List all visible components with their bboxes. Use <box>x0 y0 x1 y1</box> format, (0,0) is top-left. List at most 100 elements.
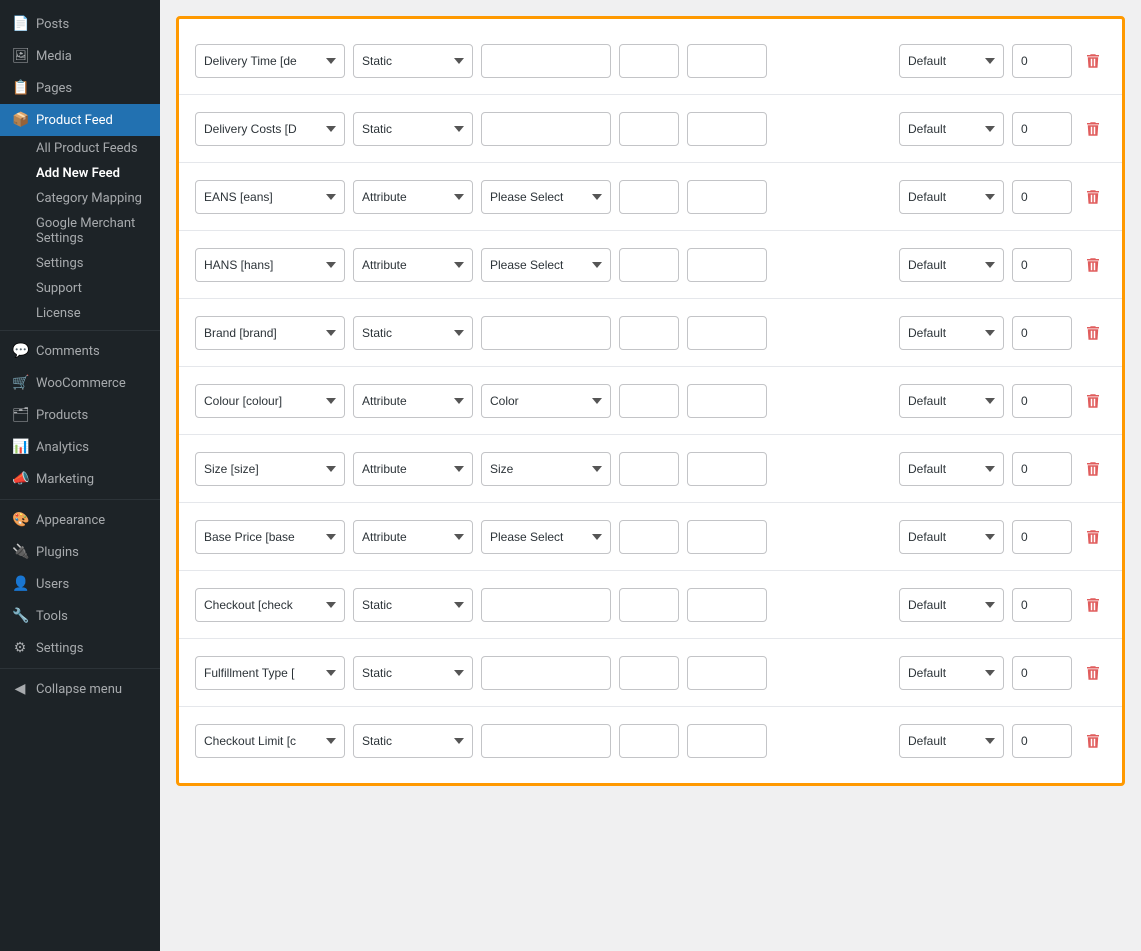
delete-button-base-price[interactable] <box>1080 524 1106 550</box>
field-select-checkout[interactable]: Checkout [check <box>195 588 345 622</box>
extra-input1-size[interactable] <box>619 452 679 486</box>
delete-button-brand[interactable] <box>1080 320 1106 346</box>
number-input-fulfillment[interactable] <box>1012 656 1072 690</box>
type-select-hans[interactable]: StaticAttributePatternFixed <box>353 248 473 282</box>
delete-button-hans[interactable] <box>1080 252 1106 278</box>
attr-select-hans[interactable]: Please SelectColorSizeBrandSKU <box>481 248 611 282</box>
extra-input1-fulfillment[interactable] <box>619 656 679 690</box>
default-select-brand[interactable]: DefaultCustom <box>899 316 1004 350</box>
extra-input2-hans[interactable] <box>687 248 767 282</box>
static-value-input-fulfillment[interactable] <box>481 656 611 690</box>
static-value-input-checkout[interactable] <box>481 588 611 622</box>
default-select-hans[interactable]: DefaultCustom <box>899 248 1004 282</box>
number-input-checkout[interactable] <box>1012 588 1072 622</box>
sidebar-item-media[interactable]: 🖼 Media <box>0 40 160 72</box>
default-select-eans[interactable]: DefaultCustom <box>899 180 1004 214</box>
attr-select-eans[interactable]: Please SelectColorSizeBrandSKU <box>481 180 611 214</box>
delete-button-delivery-time[interactable] <box>1080 48 1106 74</box>
type-select-delivery-costs[interactable]: StaticAttributePatternFixed <box>353 112 473 146</box>
type-select-brand[interactable]: StaticAttributePatternFixed <box>353 316 473 350</box>
sidebar-item-marketing[interactable]: 📣 Marketing <box>0 463 160 495</box>
type-select-base-price[interactable]: StaticAttributePatternFixed <box>353 520 473 554</box>
extra-input2-delivery-time[interactable] <box>687 44 767 78</box>
sidebar-item-collapse[interactable]: ◀ Collapse menu <box>0 673 160 705</box>
extra-input2-fulfillment[interactable] <box>687 656 767 690</box>
default-select-delivery-costs[interactable]: DefaultCustom <box>899 112 1004 146</box>
extra-input1-checkout-limit[interactable] <box>619 724 679 758</box>
field-select-delivery-costs[interactable]: Delivery Costs [D <box>195 112 345 146</box>
submenu-category-mapping[interactable]: Category Mapping <box>28 186 160 211</box>
delete-button-checkout[interactable] <box>1080 592 1106 618</box>
delete-button-colour[interactable] <box>1080 388 1106 414</box>
sidebar-item-comments[interactable]: 💬 Comments <box>0 335 160 367</box>
static-value-input-brand[interactable] <box>481 316 611 350</box>
type-select-checkout[interactable]: StaticAttributePatternFixed <box>353 588 473 622</box>
extra-input1-delivery-costs[interactable] <box>619 112 679 146</box>
number-input-delivery-time[interactable] <box>1012 44 1072 78</box>
extra-input2-checkout[interactable] <box>687 588 767 622</box>
attr-select-base-price[interactable]: Please SelectColorSizeBrandSKU <box>481 520 611 554</box>
sidebar-item-analytics[interactable]: 📊 Analytics <box>0 431 160 463</box>
static-value-input-delivery-time[interactable] <box>481 44 611 78</box>
sidebar-item-posts[interactable]: 📄 Posts <box>0 8 160 40</box>
number-input-eans[interactable] <box>1012 180 1072 214</box>
sidebar-item-appearance[interactable]: 🎨 Appearance <box>0 504 160 536</box>
static-value-input-checkout-limit[interactable] <box>481 724 611 758</box>
field-select-eans[interactable]: EANS [eans] <box>195 180 345 214</box>
default-select-fulfillment[interactable]: DefaultCustom <box>899 656 1004 690</box>
sidebar-item-pages[interactable]: 📋 Pages <box>0 72 160 104</box>
type-select-size[interactable]: StaticAttributePatternFixed <box>353 452 473 486</box>
submenu-support[interactable]: Support <box>28 276 160 301</box>
submenu-all-product-feeds[interactable]: All Product Feeds <box>28 136 160 161</box>
delete-button-size[interactable] <box>1080 456 1106 482</box>
extra-input1-brand[interactable] <box>619 316 679 350</box>
extra-input2-eans[interactable] <box>687 180 767 214</box>
field-select-delivery-time[interactable]: Delivery Time [de <box>195 44 345 78</box>
extra-input2-delivery-costs[interactable] <box>687 112 767 146</box>
attr-select-size[interactable]: Please SelectColorSizeBrandSKU <box>481 452 611 486</box>
default-select-colour[interactable]: DefaultCustom <box>899 384 1004 418</box>
type-select-checkout-limit[interactable]: StaticAttributePatternFixed <box>353 724 473 758</box>
default-select-size[interactable]: DefaultCustom <box>899 452 1004 486</box>
submenu-license[interactable]: License <box>28 301 160 326</box>
sidebar-item-products[interactable]: 🗂 Products <box>0 399 160 431</box>
attr-select-colour[interactable]: Please SelectColorSizeBrandSKU <box>481 384 611 418</box>
number-input-colour[interactable] <box>1012 384 1072 418</box>
extra-input2-base-price[interactable] <box>687 520 767 554</box>
submenu-google-merchant[interactable]: Google Merchant Settings <box>28 211 160 251</box>
sidebar-item-users[interactable]: 👤 Users <box>0 568 160 600</box>
submenu-add-new-feed[interactable]: Add New Feed <box>28 161 160 186</box>
sidebar-item-product-feed[interactable]: 📦 Product Feed <box>0 104 160 136</box>
type-select-delivery-time[interactable]: StaticAttributePatternFixed <box>353 44 473 78</box>
extra-input2-colour[interactable] <box>687 384 767 418</box>
extra-input2-brand[interactable] <box>687 316 767 350</box>
default-select-delivery-time[interactable]: DefaultCustom <box>899 44 1004 78</box>
type-select-colour[interactable]: StaticAttributePatternFixed <box>353 384 473 418</box>
number-input-delivery-costs[interactable] <box>1012 112 1072 146</box>
delete-button-delivery-costs[interactable] <box>1080 116 1106 142</box>
extra-input2-size[interactable] <box>687 452 767 486</box>
extra-input1-checkout[interactable] <box>619 588 679 622</box>
default-select-checkout[interactable]: DefaultCustom <box>899 588 1004 622</box>
sidebar-item-woocommerce[interactable]: 🛒 WooCommerce <box>0 367 160 399</box>
delete-button-fulfillment[interactable] <box>1080 660 1106 686</box>
field-select-fulfillment[interactable]: Fulfillment Type [ <box>195 656 345 690</box>
field-select-hans[interactable]: HANS [hans] <box>195 248 345 282</box>
number-input-brand[interactable] <box>1012 316 1072 350</box>
number-input-checkout-limit[interactable] <box>1012 724 1072 758</box>
field-select-size[interactable]: Size [size] <box>195 452 345 486</box>
default-select-checkout-limit[interactable]: DefaultCustom <box>899 724 1004 758</box>
static-value-input-delivery-costs[interactable] <box>481 112 611 146</box>
submenu-settings[interactable]: Settings <box>28 251 160 276</box>
extra-input1-eans[interactable] <box>619 180 679 214</box>
delete-button-checkout-limit[interactable] <box>1080 728 1106 754</box>
sidebar-item-settings[interactable]: ⚙ Settings <box>0 632 160 664</box>
delete-button-eans[interactable] <box>1080 184 1106 210</box>
number-input-hans[interactable] <box>1012 248 1072 282</box>
field-select-brand[interactable]: Brand [brand] <box>195 316 345 350</box>
sidebar-item-plugins[interactable]: 🔌 Plugins <box>0 536 160 568</box>
extra-input1-base-price[interactable] <box>619 520 679 554</box>
extra-input2-checkout-limit[interactable] <box>687 724 767 758</box>
default-select-base-price[interactable]: DefaultCustom <box>899 520 1004 554</box>
field-select-checkout-limit[interactable]: Checkout Limit [c <box>195 724 345 758</box>
